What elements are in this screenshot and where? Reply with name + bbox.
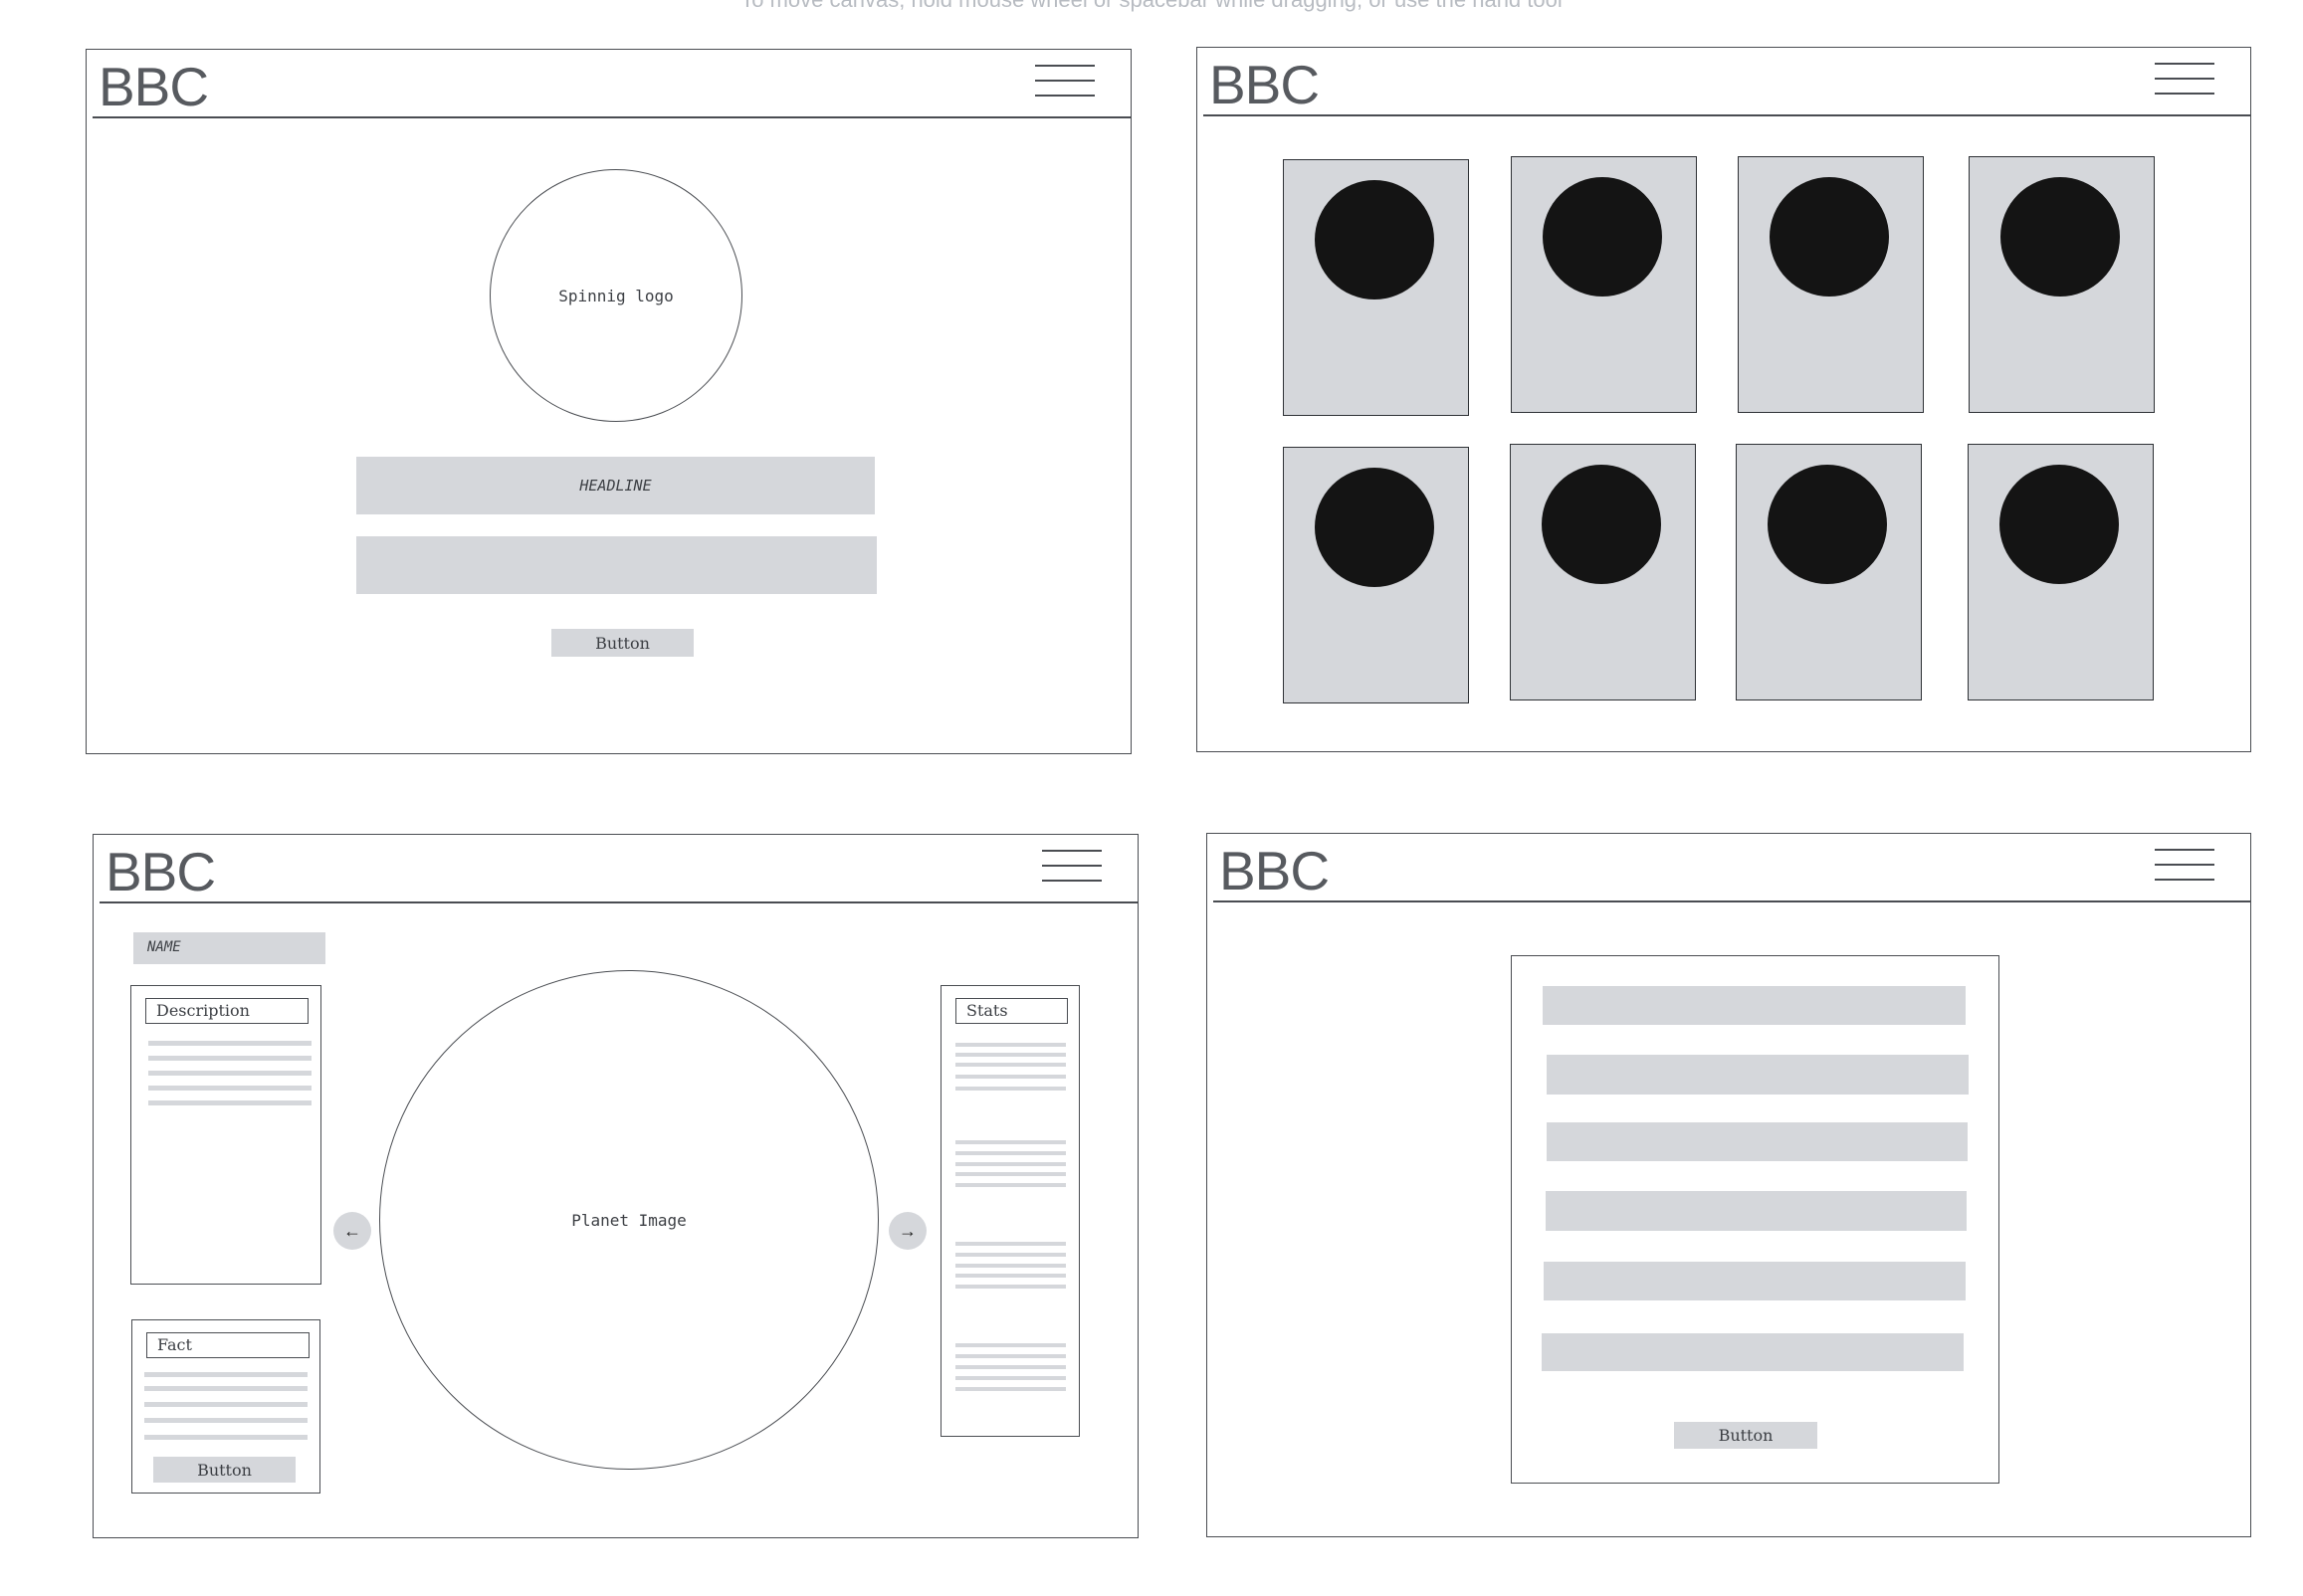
planet-name-field: NAME <box>133 932 325 964</box>
description-title: Description <box>145 998 309 1024</box>
arrow-left-icon[interactable]: ← <box>333 1212 371 1250</box>
landing-button[interactable]: Button <box>551 629 694 657</box>
stats-line <box>955 1274 1066 1278</box>
stats-title: Stats <box>955 998 1068 1024</box>
stats-line <box>955 1285 1066 1289</box>
text-line <box>148 1071 312 1076</box>
text-line <box>148 1086 312 1091</box>
planet-card[interactable] <box>1510 444 1696 700</box>
content-row <box>1543 986 1966 1025</box>
spinning-logo-placeholder: Spinnig logo <box>490 169 742 422</box>
stats-line <box>955 1253 1066 1257</box>
planet-thumbnail <box>1315 180 1434 299</box>
planet-thumbnail <box>1315 468 1434 587</box>
text-line <box>144 1402 308 1407</box>
bbc-logo[interactable]: BBC <box>105 839 216 904</box>
planet-thumbnail <box>1543 177 1662 297</box>
stats-line <box>955 1376 1066 1380</box>
planet-card[interactable] <box>1511 156 1697 413</box>
canvas-hint: To move canvas, hold mouse wheel or spac… <box>0 0 2303 15</box>
hamburger-menu-icon[interactable] <box>2155 849 2214 885</box>
stats-line <box>955 1162 1066 1166</box>
content-panel: Button <box>1511 955 1999 1484</box>
wireframe-landing: BBC Spinnig logo HEADLINE Button <box>86 49 1132 754</box>
stats-line <box>955 1242 1066 1246</box>
content-row <box>1546 1191 1967 1231</box>
planet-thumbnail <box>1542 465 1661 584</box>
stats-line <box>955 1343 1066 1347</box>
planet-thumbnail <box>1999 465 2119 584</box>
planet-card[interactable] <box>1969 156 2155 413</box>
headline-placeholder: HEADLINE <box>356 457 875 514</box>
planet-thumbnail <box>2000 177 2120 297</box>
arrow-right-icon[interactable]: → <box>889 1212 927 1250</box>
wireframe-planet-detail: BBC NAME Description Fact Button ← Plane… <box>93 834 1139 1538</box>
planet-image-caption: Planet Image <box>571 1210 687 1230</box>
planet-card[interactable] <box>1738 156 1924 413</box>
text-line <box>144 1418 308 1423</box>
content-row <box>1542 1333 1964 1371</box>
header-divider <box>1203 114 2250 116</box>
planet-thumbnail <box>1770 177 1889 297</box>
hamburger-menu-icon[interactable] <box>2155 63 2214 99</box>
content-button[interactable]: Button <box>1674 1422 1817 1449</box>
text-line <box>144 1435 308 1440</box>
text-line <box>148 1056 312 1061</box>
header-divider <box>100 901 1138 903</box>
planet-name-label: NAME <box>147 939 181 955</box>
planet-card[interactable] <box>1283 447 1469 703</box>
stats-line <box>955 1387 1066 1391</box>
stats-line <box>955 1140 1066 1144</box>
spinning-logo-caption: Spinnig logo <box>558 286 674 305</box>
text-line <box>144 1386 308 1391</box>
planet-thumbnail <box>1768 465 1887 584</box>
stats-line <box>955 1354 1066 1358</box>
header-divider <box>1213 900 2250 902</box>
header-divider <box>93 116 1131 118</box>
hamburger-menu-icon[interactable] <box>1035 65 1095 100</box>
content-row <box>1547 1122 1968 1161</box>
stats-line <box>955 1075 1066 1079</box>
stats-line <box>955 1183 1066 1187</box>
stats-line <box>955 1365 1066 1369</box>
description-panel: Description <box>130 985 321 1285</box>
text-line <box>148 1041 312 1046</box>
bbc-logo[interactable]: BBC <box>1219 838 1330 903</box>
fact-title: Fact <box>146 1332 310 1358</box>
planet-card[interactable] <box>1736 444 1922 700</box>
text-line <box>148 1100 312 1105</box>
stats-line <box>955 1151 1066 1155</box>
bbc-logo[interactable]: BBC <box>1209 52 1320 117</box>
wireframe-list: BBC Button <box>1206 833 2251 1537</box>
planet-card[interactable] <box>1968 444 2154 700</box>
stats-line <box>955 1087 1066 1091</box>
planet-card[interactable] <box>1283 159 1469 416</box>
headline-text: HEADLINE <box>579 477 652 495</box>
stats-line <box>955 1063 1066 1067</box>
fact-panel: Fact Button <box>131 1319 320 1494</box>
stats-line <box>955 1172 1066 1176</box>
planet-image-placeholder: Planet Image <box>379 970 879 1470</box>
text-line <box>144 1372 308 1377</box>
stats-panel: Stats <box>941 985 1080 1437</box>
subheadline-placeholder <box>356 536 877 594</box>
stats-line <box>955 1043 1066 1047</box>
content-row <box>1544 1262 1966 1300</box>
stats-line <box>955 1264 1066 1268</box>
stats-line <box>955 1053 1066 1057</box>
fact-button[interactable]: Button <box>153 1457 296 1483</box>
content-row <box>1547 1055 1969 1095</box>
bbc-logo[interactable]: BBC <box>99 54 209 119</box>
wireframe-grid: BBC <box>1196 47 2251 752</box>
hamburger-menu-icon[interactable] <box>1042 850 1102 886</box>
